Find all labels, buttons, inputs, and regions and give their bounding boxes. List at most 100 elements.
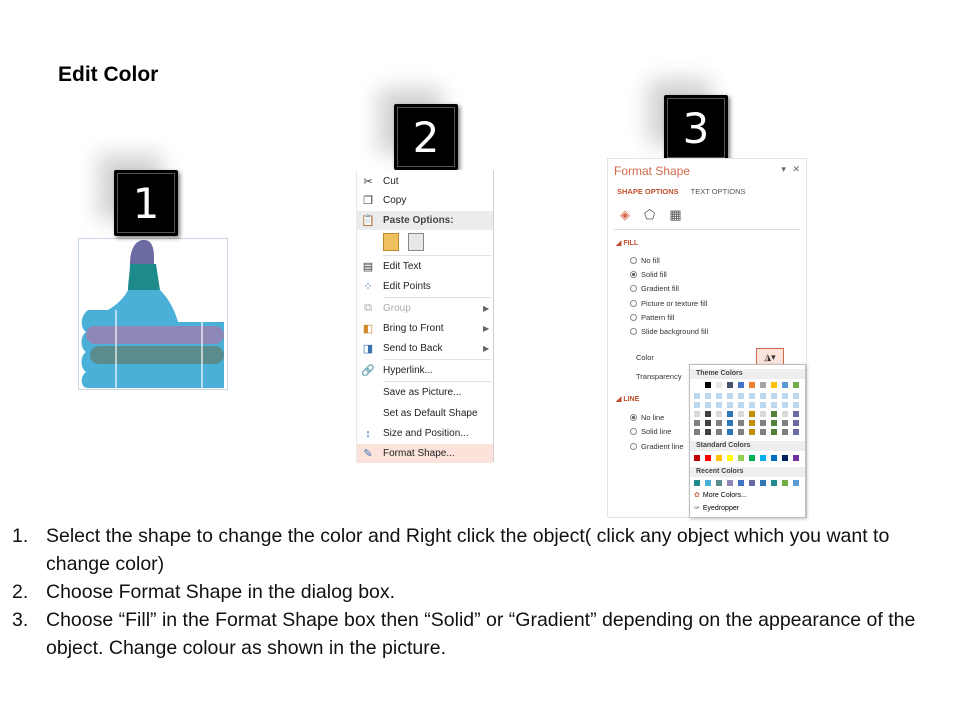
color-swatch[interactable] (705, 393, 711, 399)
color-swatch[interactable] (760, 402, 766, 408)
menu-item-edit-points[interactable]: ⁘ Edit Points (357, 277, 493, 296)
color-swatch[interactable] (738, 411, 744, 417)
color-swatch[interactable] (749, 411, 755, 417)
color-swatch[interactable] (694, 480, 700, 486)
color-swatch[interactable] (738, 382, 744, 388)
color-swatch[interactable] (727, 420, 733, 426)
color-swatch[interactable] (793, 480, 799, 486)
color-swatch[interactable] (716, 480, 722, 486)
color-swatch[interactable] (793, 393, 799, 399)
color-swatch[interactable] (727, 411, 733, 417)
color-swatch[interactable] (771, 420, 777, 426)
radio-slide-background-fill[interactable]: Slide background fill (630, 327, 708, 336)
color-swatch[interactable] (771, 393, 777, 399)
color-swatch[interactable] (705, 480, 711, 486)
menu-item-copy[interactable]: ❐ Copy (357, 191, 493, 210)
color-swatch[interactable] (749, 420, 755, 426)
color-swatch[interactable] (771, 455, 777, 461)
color-swatch[interactable] (782, 382, 788, 388)
color-swatch[interactable] (705, 382, 711, 388)
color-swatch[interactable] (782, 402, 788, 408)
color-swatch[interactable] (793, 429, 799, 435)
color-swatch[interactable] (727, 480, 733, 486)
menu-item-send-to-back[interactable]: ◨ Send to Back ▶ (357, 339, 493, 358)
color-swatch[interactable] (716, 393, 722, 399)
fill-section-header[interactable]: ◢ FILL (616, 239, 638, 247)
menu-item-cut[interactable]: ✂ Cut (357, 172, 493, 191)
color-swatch[interactable] (738, 455, 744, 461)
color-swatch[interactable] (760, 420, 766, 426)
size-properties-icon[interactable]: ▦ (669, 207, 681, 223)
color-swatch[interactable] (694, 455, 700, 461)
radio-solid-line[interactable]: Solid line (630, 427, 671, 436)
color-swatch[interactable] (782, 455, 788, 461)
color-swatch[interactable] (705, 420, 711, 426)
color-swatch[interactable] (716, 402, 722, 408)
color-swatch[interactable] (738, 402, 744, 408)
chevron-down-icon[interactable]: ▾ (781, 164, 786, 174)
color-swatch[interactable] (760, 455, 766, 461)
color-swatch[interactable] (738, 393, 744, 399)
radio-solid-fill[interactable]: Solid fill (630, 270, 667, 279)
color-swatch[interactable] (705, 402, 711, 408)
menu-item-save-as-picture[interactable]: Save as Picture... (357, 383, 493, 402)
radio-picture-fill[interactable]: Picture or texture fill (630, 299, 707, 308)
color-swatch[interactable] (771, 480, 777, 486)
effects-icon[interactable]: ⬠ (644, 207, 655, 223)
fill-line-icon[interactable]: ◈ (620, 207, 630, 223)
paste-keep-icon[interactable] (383, 233, 399, 251)
color-swatch[interactable] (716, 420, 722, 426)
more-colors-item[interactable]: ✿ More Colors... (694, 491, 747, 500)
tab-text-options[interactable]: TEXT OPTIONS (691, 187, 746, 196)
color-swatch[interactable] (749, 480, 755, 486)
color-swatch[interactable] (749, 382, 755, 388)
color-swatch[interactable] (727, 402, 733, 408)
menu-item-bring-to-front[interactable]: ◧ Bring to Front ▶ (357, 319, 493, 338)
color-swatch[interactable] (716, 411, 722, 417)
menu-item-format-shape[interactable]: ✎ Format Shape... (357, 444, 493, 463)
color-swatch[interactable] (738, 429, 744, 435)
color-swatch[interactable] (705, 411, 711, 417)
color-swatch[interactable] (694, 393, 700, 399)
color-swatch[interactable] (694, 382, 700, 388)
color-swatch[interactable] (782, 393, 788, 399)
paste-picture-icon[interactable] (407, 233, 424, 251)
color-swatch[interactable] (793, 382, 799, 388)
color-swatch[interactable] (694, 429, 700, 435)
color-swatch[interactable] (760, 429, 766, 435)
color-swatch[interactable] (771, 382, 777, 388)
line-section-header[interactable]: ◢ LINE (616, 395, 639, 403)
close-icon[interactable]: ✕ (792, 164, 800, 174)
color-swatch[interactable] (771, 402, 777, 408)
color-swatch[interactable] (738, 420, 744, 426)
color-swatch[interactable] (760, 411, 766, 417)
radio-no-fill[interactable]: No fill (630, 256, 660, 265)
color-swatch[interactable] (771, 429, 777, 435)
color-swatch[interactable] (782, 411, 788, 417)
color-swatch[interactable] (694, 420, 700, 426)
color-swatch[interactable] (727, 429, 733, 435)
radio-gradient-fill[interactable]: Gradient fill (630, 284, 679, 293)
menu-item-set-default-shape[interactable]: Set as Default Shape (357, 404, 493, 423)
color-swatch[interactable] (705, 455, 711, 461)
tab-shape-options[interactable]: SHAPE OPTIONS (617, 187, 679, 196)
color-swatch[interactable] (760, 382, 766, 388)
paste-option-icons[interactable] (383, 233, 424, 254)
color-swatch[interactable] (749, 429, 755, 435)
menu-item-size-position[interactable]: ↕ Size and Position... (357, 424, 493, 443)
color-swatch[interactable] (716, 429, 722, 435)
color-swatch[interactable] (782, 420, 788, 426)
menu-item-hyperlink[interactable]: 🔗 Hyperlink... (357, 361, 493, 380)
color-swatch[interactable] (705, 429, 711, 435)
color-swatch[interactable] (727, 455, 733, 461)
eyedropper-item[interactable]: ✑ Eyedropper (694, 504, 739, 513)
color-swatch[interactable] (793, 411, 799, 417)
color-swatch[interactable] (749, 402, 755, 408)
color-swatch[interactable] (771, 411, 777, 417)
color-swatch[interactable] (793, 402, 799, 408)
color-swatch[interactable] (727, 382, 733, 388)
color-swatch[interactable] (760, 480, 766, 486)
color-swatch[interactable] (782, 429, 788, 435)
color-swatch[interactable] (716, 382, 722, 388)
color-swatch[interactable] (694, 411, 700, 417)
